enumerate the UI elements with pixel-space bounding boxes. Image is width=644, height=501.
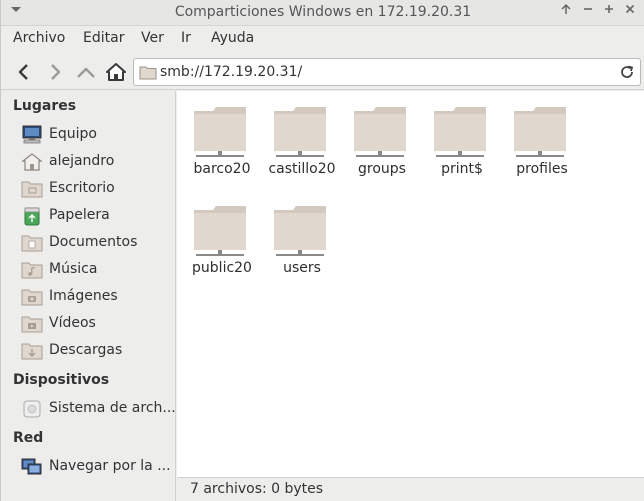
- desktop-folder-icon: [21, 181, 43, 198]
- minimize-button[interactable]: [579, 3, 597, 21]
- location-bar[interactable]: smb://172.19.20.31/: [133, 58, 641, 86]
- sidebar-item-label: Música: [49, 261, 98, 277]
- sidebar-item-label: alejandro: [49, 153, 115, 169]
- file-name: barco20: [193, 161, 251, 177]
- sidebar-item-equipo[interactable]: Equipo: [21, 123, 175, 147]
- file-view[interactable]: barco20 castillo20 groups print$ profile…: [177, 91, 644, 477]
- sidebar-item-label: Descargas: [49, 342, 123, 358]
- network-share-folder-icon: [194, 107, 246, 157]
- file-name: public20: [192, 260, 252, 276]
- network-share-folder-icon: [434, 107, 486, 157]
- sidebar-item-label: Imágenes: [49, 288, 118, 304]
- menu-bar: Archivo Editar Ver Ir Ayuda: [1, 26, 644, 52]
- sidebar-item-navegar[interactable]: Navegar por la ...: [21, 455, 175, 479]
- menu-ayuda[interactable]: Ayuda: [211, 30, 254, 46]
- sidebar-item-label: Navegar por la ...: [49, 458, 171, 474]
- sidebar-heading-red: Red: [13, 430, 44, 446]
- sidebar-item-label: Documentos: [49, 234, 138, 250]
- network-share-folder-icon: [274, 206, 326, 256]
- home-icon: [106, 63, 126, 81]
- file-item-groups[interactable]: groups: [339, 95, 419, 187]
- network-share-folder-icon: [514, 107, 566, 157]
- window-up-button[interactable]: [557, 3, 575, 21]
- toolbar: smb://172.19.20.31/: [1, 54, 644, 90]
- menu-ver[interactable]: Ver: [141, 30, 164, 46]
- file-item-public20[interactable]: public20: [179, 194, 259, 286]
- file-name: users: [283, 260, 321, 276]
- status-bar: 7 archivos: 0 bytes: [177, 477, 644, 501]
- sidebar-item-alejandro[interactable]: alejandro: [21, 150, 175, 174]
- sidebar-item-label: Escritorio: [49, 180, 115, 196]
- sidebar-item-sistema[interactable]: Sistema de arch...: [21, 397, 176, 421]
- file-item-print[interactable]: print$: [419, 95, 499, 187]
- sidebar-item-imagenes[interactable]: Imágenes: [21, 285, 175, 309]
- menu-ir[interactable]: Ir: [181, 30, 191, 46]
- menu-editar[interactable]: Editar: [83, 30, 124, 46]
- maximize-button[interactable]: [600, 3, 618, 21]
- sidebar-item-label: Equipo: [49, 126, 97, 142]
- forward-button[interactable]: [42, 59, 68, 85]
- sidebar-item-documentos[interactable]: Documentos: [21, 231, 175, 255]
- back-button[interactable]: [11, 59, 37, 85]
- sidebar-item-label: Papelera: [49, 207, 110, 223]
- folder-icon: [139, 66, 157, 80]
- sidebar-heading-lugares: Lugares: [13, 98, 77, 114]
- menu-archivo[interactable]: Archivo: [13, 30, 65, 46]
- close-icon: [625, 4, 635, 14]
- up-button[interactable]: [73, 59, 99, 85]
- sidebar-item-videos[interactable]: Vídeos: [21, 312, 175, 336]
- network-share-folder-icon: [274, 107, 326, 157]
- videos-folder-icon: [21, 316, 43, 333]
- sidebar-item-escritorio[interactable]: Escritorio: [21, 177, 175, 201]
- minimize-icon: [584, 8, 592, 10]
- network-share-folder-icon: [354, 107, 406, 157]
- file-item-barco20[interactable]: barco20: [179, 95, 259, 187]
- sidebar-item-descargas[interactable]: Descargas: [21, 339, 175, 363]
- back-arrow-icon: [18, 64, 28, 80]
- file-manager-window: Comparticiones Windows en 172.19.20.31 A…: [0, 0, 644, 501]
- file-name: profiles: [516, 161, 568, 177]
- home-folder-icon: [21, 153, 43, 171]
- status-text: 7 archivos: 0 bytes: [190, 481, 324, 497]
- reload-icon[interactable]: [619, 64, 635, 80]
- sidebar-item-papelera[interactable]: Papelera: [21, 204, 175, 228]
- sidebar-item-label: Sistema de arch...: [49, 400, 176, 416]
- forward-arrow-icon: [51, 64, 61, 80]
- file-name: print$: [441, 161, 483, 177]
- sidebar: Lugares Equipo alejandro Escritorio Pape…: [1, 91, 176, 501]
- close-button[interactable]: [621, 3, 639, 21]
- up-arrow-icon: [77, 67, 95, 78]
- sidebar-item-musica[interactable]: Música: [21, 258, 175, 282]
- file-item-castillo20[interactable]: castillo20: [259, 95, 339, 187]
- location-path[interactable]: smb://172.19.20.31/: [160, 64, 302, 80]
- home-button[interactable]: [103, 59, 129, 85]
- trash-icon: [24, 207, 40, 226]
- downloads-folder-icon: [21, 343, 43, 360]
- sidebar-heading-dispositivos: Dispositivos: [13, 372, 110, 388]
- arrow-up-icon: [561, 3, 571, 14]
- music-folder-icon: [21, 262, 43, 279]
- plus-icon: [605, 5, 613, 13]
- file-name: castillo20: [268, 161, 336, 177]
- network-icon: [21, 458, 42, 475]
- sidebar-item-label: Vídeos: [49, 315, 96, 331]
- network-share-folder-icon: [194, 206, 246, 256]
- pictures-folder-icon: [21, 289, 43, 306]
- file-name: groups: [358, 161, 406, 177]
- documents-folder-icon: [21, 235, 43, 252]
- computer-icon: [22, 125, 42, 144]
- file-item-users[interactable]: users: [259, 194, 339, 286]
- title-bar[interactable]: Comparticiones Windows en 172.19.20.31: [1, 0, 644, 26]
- window-title: Comparticiones Windows en 172.19.20.31: [174, 4, 472, 20]
- drive-icon: [23, 400, 41, 418]
- file-item-profiles[interactable]: profiles: [499, 95, 579, 187]
